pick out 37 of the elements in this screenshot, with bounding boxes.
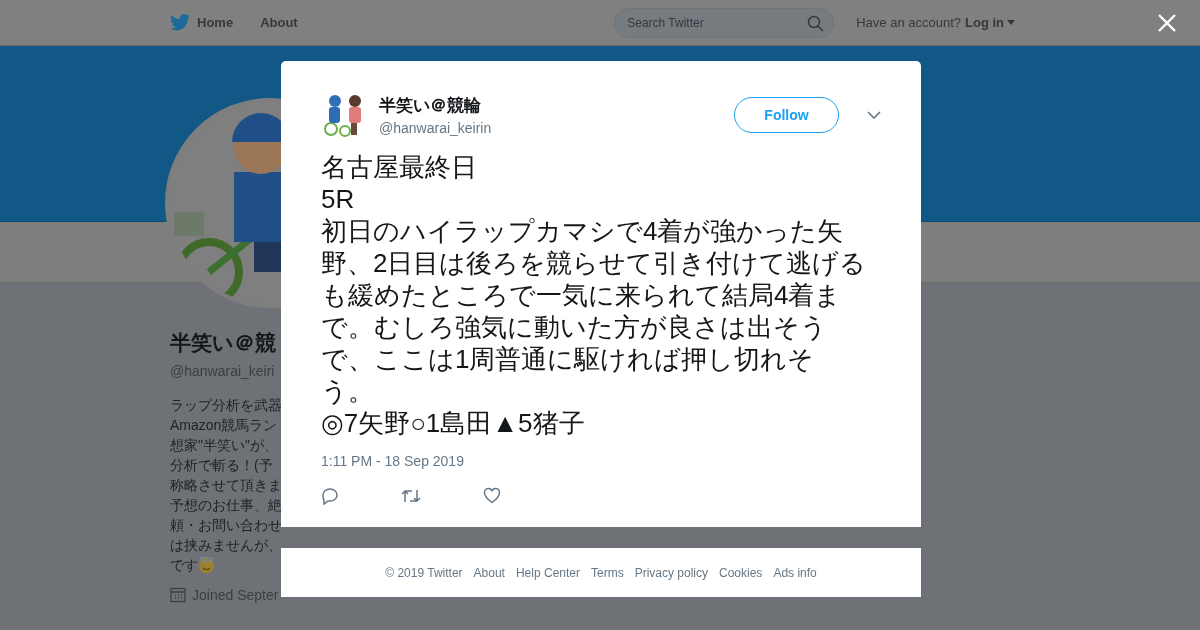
footer-link[interactable]: Help Center	[515, 565, 580, 580]
footer-link[interactable]: About	[473, 565, 505, 580]
bio-text: 称略させて頂きま	[170, 476, 282, 495]
reply-icon[interactable]	[321, 487, 339, 505]
bio-text: です	[170, 556, 198, 575]
login-link[interactable]: Log in	[965, 15, 1015, 30]
search-field[interactable]: Search Twitter	[614, 7, 835, 38]
bio-text: Amazon競馬ラン	[170, 416, 278, 435]
retweet-icon[interactable]	[401, 487, 421, 505]
bio-text: は挟みませんが、	[170, 536, 282, 555]
heart-icon[interactable]	[483, 487, 501, 504]
bird-logo-icon	[170, 14, 190, 31]
profile-name: 半笑い＠競	[170, 330, 276, 356]
account-prompt: Have an account?	[856, 15, 961, 30]
footer-link[interactable]: Terms	[591, 565, 624, 580]
smiley-icon	[198, 556, 215, 574]
bio-text: 予想のお仕事、絶	[170, 496, 282, 515]
bio-text: 頼・お問い合わせ	[170, 516, 282, 535]
close-icon[interactable]	[1158, 14, 1176, 32]
footer-link[interactable]: Cookies	[719, 565, 763, 580]
tweet-text: 名古屋最終日 5R 初日のハイラップカマシで4着が強かった矢野、2日目は後ろを競らせて引き付けて逃げるも緩めたところで一気に来られて結局4着まで。むしろ強気に動いた方が良さは出そうで、ここは1周普通に駆ければ押し切れそう。 ◎7矢野○1島田▲5猪子	[321, 151, 867, 439]
chevron-down-icon[interactable]	[867, 111, 881, 119]
caret-icon	[1007, 20, 1015, 25]
follow-button[interactable]: Follow	[734, 97, 839, 133]
account-name: 半笑い＠競輪	[379, 95, 482, 117]
bio-text: 分析で斬る！(予	[170, 456, 273, 475]
nav-link[interactable]: Home	[170, 14, 234, 31]
footer-link[interactable]: Ads info	[773, 565, 817, 580]
bio-text: ラップ分析を武器	[170, 396, 282, 415]
copyright-text: © 2019 Twitter	[385, 565, 463, 580]
search-icon	[807, 14, 825, 32]
tweet-timestamp: 1:11 PM - 18 Sep 2019	[321, 453, 465, 469]
account-handle: @hanwarai_keirin	[379, 120, 492, 136]
bio-text: 想家"半笑い"が、	[170, 436, 278, 455]
footer-link[interactable]: Privacy policy	[634, 565, 708, 580]
nav-link[interactable]: About	[260, 15, 298, 30]
calendar-icon	[170, 587, 186, 603]
